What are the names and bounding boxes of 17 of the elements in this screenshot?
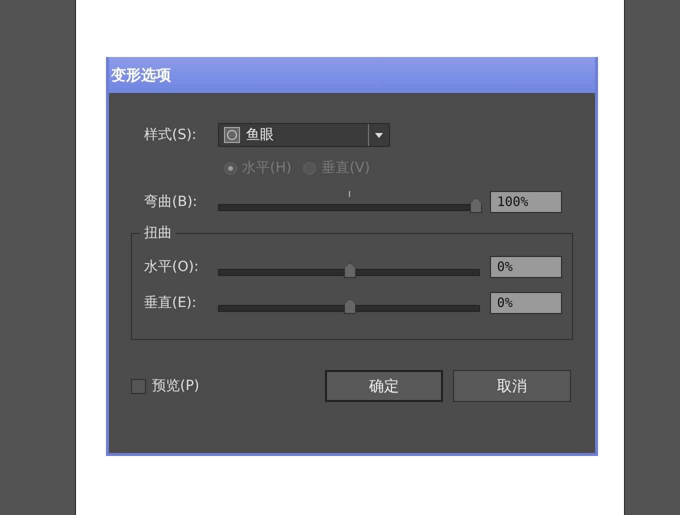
slider-label: 水平(O):	[144, 258, 200, 276]
window-title: 变形选项	[111, 66, 171, 84]
slider[interactable]	[218, 191, 480, 213]
dialog-button[interactable]: 确定	[325, 370, 443, 402]
dialog-button[interactable]: 取消	[453, 370, 571, 402]
style-label: 样式(S):	[144, 126, 198, 144]
value-field[interactable]: 0%	[490, 256, 562, 278]
value-field[interactable]: 0%	[490, 292, 562, 314]
value-field[interactable]: 100%	[490, 191, 562, 213]
slider-label: 垂直(E):	[144, 294, 198, 312]
fisheye-icon	[224, 127, 240, 143]
preview-label: 预览(P)	[152, 377, 200, 395]
caret-icon	[375, 132, 383, 138]
style-dropdown[interactable]: 鱼眼	[218, 123, 390, 147]
preview-checkbox[interactable]	[131, 378, 146, 394]
slider-label: 弯曲(B):	[144, 193, 198, 211]
group-title: 扭曲	[140, 224, 176, 242]
